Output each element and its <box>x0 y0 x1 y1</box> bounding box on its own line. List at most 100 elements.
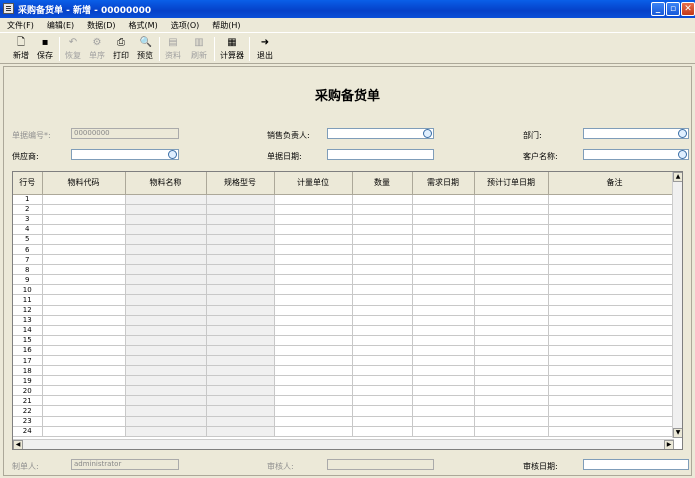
grid-cell[interactable] <box>474 385 549 397</box>
grid-cell[interactable] <box>412 294 475 306</box>
grid-cell[interactable] <box>352 325 413 336</box>
grid-cell[interactable] <box>352 294 413 306</box>
grid-cell[interactable] <box>412 274 475 286</box>
col-header[interactable]: 物料代码 <box>42 172 126 195</box>
grid-cell[interactable] <box>206 264 275 276</box>
grid-cell[interactable] <box>412 224 475 235</box>
sort-button[interactable]: ⚙ 单序 <box>86 35 108 63</box>
grid-cell[interactable] <box>412 244 475 256</box>
lookup-icon[interactable] <box>423 129 432 138</box>
grid-cell[interactable] <box>274 426 353 437</box>
preview-button[interactable]: 🔍 预览 <box>134 35 156 63</box>
grid-cell[interactable] <box>474 375 549 387</box>
grid-cell[interactable] <box>125 365 207 377</box>
grid-cell[interactable] <box>548 254 682 266</box>
grid-cell[interactable] <box>274 194 353 205</box>
grid-cell[interactable] <box>474 194 549 205</box>
grid-cell[interactable] <box>42 264 126 276</box>
grid-cell[interactable] <box>474 355 549 367</box>
maximize-button[interactable]: ▫ <box>666 2 680 16</box>
grid-cell[interactable] <box>474 204 549 215</box>
grid-cell[interactable] <box>125 375 207 387</box>
grid-cell[interactable] <box>206 375 275 387</box>
grid-cell[interactable] <box>274 355 353 367</box>
grid-cell[interactable] <box>125 416 207 427</box>
grid-cell[interactable] <box>412 204 475 215</box>
grid-cell[interactable] <box>125 234 207 245</box>
grid-cell[interactable] <box>206 234 275 245</box>
grid-cell[interactable] <box>274 345 353 357</box>
minimize-button[interactable]: _ <box>651 2 665 16</box>
grid-cell[interactable] <box>42 244 126 256</box>
grid-cell[interactable] <box>352 395 413 407</box>
grid-cell[interactable] <box>412 284 475 296</box>
grid-cell[interactable] <box>274 264 353 276</box>
grid-cell[interactable] <box>206 254 275 266</box>
grid-cell[interactable] <box>274 365 353 377</box>
menu-data[interactable]: 数据(D) <box>80 18 121 31</box>
grid-cell[interactable] <box>274 204 353 215</box>
grid-cell[interactable] <box>274 375 353 387</box>
grid-cell[interactable] <box>42 355 126 367</box>
print-button[interactable]: ⎙ 打印 <box>110 35 132 63</box>
col-header[interactable]: 规格型号 <box>206 172 275 195</box>
grid-cell[interactable] <box>412 365 475 377</box>
grid-cell[interactable] <box>474 264 549 276</box>
col-header[interactable]: 需求日期 <box>412 172 475 195</box>
grid-cell[interactable] <box>42 194 126 205</box>
grid-cell[interactable] <box>474 254 549 266</box>
vertical-scrollbar[interactable]: ▲ ▼ <box>672 172 682 438</box>
lookup-icon[interactable] <box>168 150 177 159</box>
grid-cell[interactable] <box>274 315 353 326</box>
grid-cell[interactable] <box>125 305 207 316</box>
grid-cell[interactable] <box>352 315 413 326</box>
grid-cell[interactable] <box>42 305 126 316</box>
grid-cell[interactable] <box>474 214 549 225</box>
data-button[interactable]: ▤ 资料 <box>162 35 184 63</box>
grid-cell[interactable] <box>474 284 549 296</box>
grid-cell[interactable] <box>412 395 475 407</box>
grid-cell[interactable] <box>42 375 126 387</box>
grid-cell[interactable] <box>412 335 475 346</box>
grid-cell[interactable] <box>206 284 275 296</box>
grid-cell[interactable] <box>42 325 126 336</box>
grid-cell[interactable] <box>412 254 475 266</box>
grid-cell[interactable] <box>206 244 275 256</box>
menu-format[interactable]: 格式(M) <box>122 18 164 31</box>
grid-cell[interactable] <box>352 405 413 417</box>
grid-cell[interactable] <box>548 355 682 367</box>
grid-cell[interactable] <box>125 294 207 306</box>
grid-cell[interactable] <box>548 234 682 245</box>
grid-cell[interactable] <box>206 355 275 367</box>
grid-cell[interactable] <box>206 305 275 316</box>
doc-no-field[interactable]: 00000000 <box>71 128 179 139</box>
grid-cell[interactable] <box>42 395 126 407</box>
grid-cell[interactable] <box>352 345 413 357</box>
grid-cell[interactable] <box>412 375 475 387</box>
grid-cell[interactable] <box>474 234 549 245</box>
grid-cell[interactable] <box>125 395 207 407</box>
grid-cell[interactable] <box>474 405 549 417</box>
grid-cell[interactable] <box>352 254 413 266</box>
grid-cell[interactable] <box>274 385 353 397</box>
grid-cell[interactable] <box>412 416 475 427</box>
grid-cell[interactable] <box>474 224 549 235</box>
grid-cell[interactable] <box>548 284 682 296</box>
grid-cell[interactable] <box>274 416 353 427</box>
grid-cell[interactable] <box>42 426 126 437</box>
grid-cell[interactable] <box>352 416 413 427</box>
col-header[interactable]: 数量 <box>352 172 413 195</box>
grid-cell[interactable] <box>206 274 275 286</box>
grid-cell[interactable] <box>125 355 207 367</box>
save-button[interactable]: ▪ 保存 <box>34 35 56 63</box>
grid-cell[interactable] <box>206 385 275 397</box>
horizontal-scrollbar[interactable]: ◀ ▶ <box>13 439 674 449</box>
grid-cell[interactable] <box>125 426 207 437</box>
grid-cell[interactable] <box>474 365 549 377</box>
restore-button[interactable]: ↶ 恢复 <box>62 35 84 63</box>
grid-cell[interactable] <box>548 345 682 357</box>
sales-field[interactable] <box>327 128 434 139</box>
grid-cell[interactable] <box>412 315 475 326</box>
grid-cell[interactable] <box>548 335 682 346</box>
grid-cell[interactable] <box>548 395 682 407</box>
